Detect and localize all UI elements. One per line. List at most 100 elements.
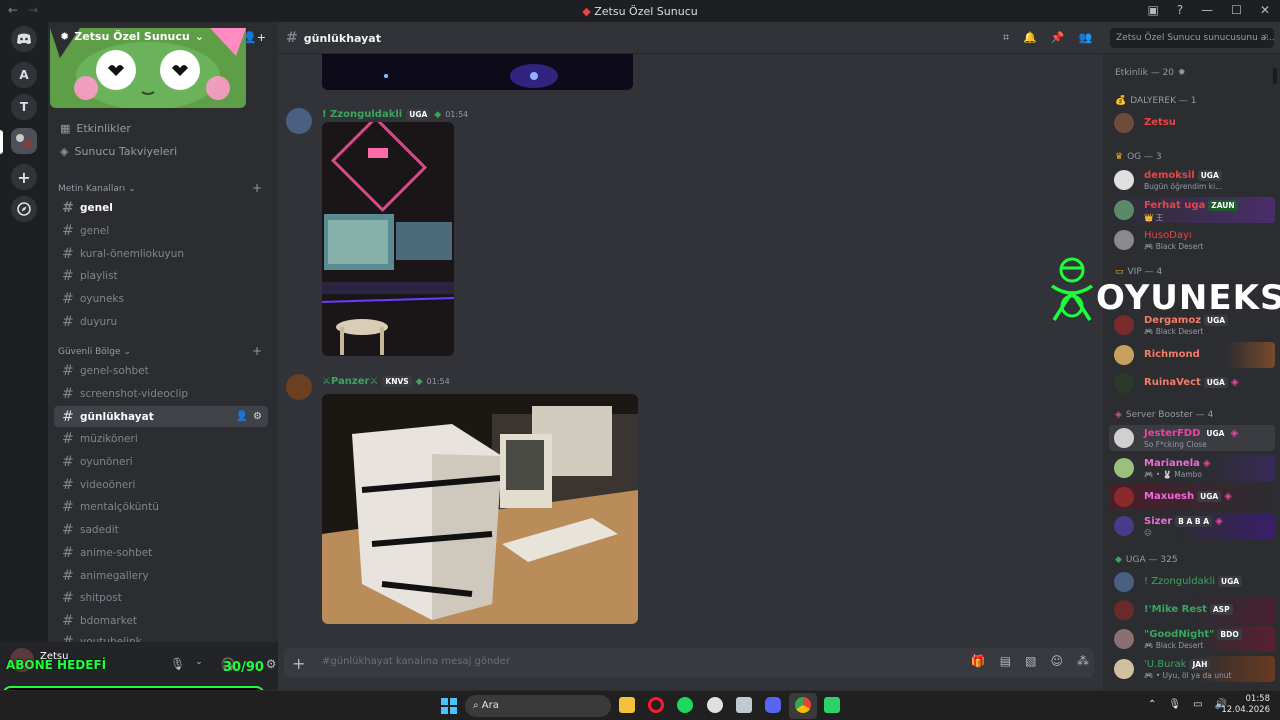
clock[interactable]: 01:58 12.04.2026	[1221, 694, 1270, 716]
apps-icon[interactable]: ⁂	[1077, 654, 1089, 668]
obs-icon[interactable]	[707, 697, 723, 713]
image-attachment[interactable]	[322, 394, 638, 624]
chevron-down-icon: ⌄	[123, 347, 132, 357]
member-item[interactable]: HusoDayı 🎮 Black Desert	[1109, 227, 1275, 253]
add-server-icon[interactable]: +	[11, 164, 37, 190]
discover-icon[interactable]	[11, 196, 37, 222]
channel-item[interactable]: # kural-önemliokuyun	[54, 243, 268, 264]
bell-icon[interactable]: 🔔	[1023, 31, 1037, 45]
emoji-icon[interactable]: ☺	[1050, 654, 1063, 668]
inbox-icon[interactable]: ▣	[1147, 3, 1158, 17]
attach-plus-icon[interactable]: +	[292, 654, 305, 673]
minimize-icon[interactable]: —	[1201, 3, 1213, 17]
spotify-icon[interactable]	[677, 697, 693, 713]
file-explorer-icon[interactable]	[619, 697, 635, 713]
server-name-button[interactable]: ✹ Zetsu Özel Sunucu ⌄	[60, 30, 204, 43]
message-avatar[interactable]	[286, 374, 312, 400]
channel-name: genel	[80, 224, 110, 237]
invite-icon[interactable]: 👤	[236, 411, 248, 422]
invite-people-icon[interactable]: 👤+	[243, 31, 266, 44]
channel-item[interactable]: # genel	[54, 197, 268, 218]
member-item[interactable]: Zetsu	[1109, 110, 1275, 136]
chevron-up-icon[interactable]: ⌃	[1148, 699, 1156, 710]
guild-a-icon[interactable]: A	[11, 62, 37, 88]
channel-item[interactable]: # youtubelink	[54, 631, 268, 643]
channel-item[interactable]: # genel	[54, 220, 268, 241]
member-item[interactable]: Marianela ◈ 🎮 • 🐰 Mambo	[1109, 455, 1275, 481]
chrome-icon[interactable]	[795, 697, 811, 713]
image-attachment[interactable]	[322, 54, 633, 90]
windows-start-icon[interactable]	[441, 698, 457, 714]
member-item[interactable]: Sizer B A B A ◈ 😐	[1109, 513, 1275, 539]
guild-t-icon[interactable]: T	[11, 94, 37, 120]
member-item[interactable]: Maxuesh UGA ◈	[1109, 484, 1275, 510]
opera-icon[interactable]	[648, 697, 664, 713]
scrollbar[interactable]	[1273, 68, 1277, 84]
channel-item[interactable]: # oyuneks	[54, 288, 268, 309]
gif-icon[interactable]: ▤	[1000, 654, 1011, 668]
member-item[interactable]: 'U.Burak JAH 🎮 • Uyu, öl ya da unut	[1109, 656, 1275, 682]
close-icon[interactable]: ✕	[1260, 3, 1270, 17]
category-header[interactable]: Metin Kanalları ⌄	[58, 184, 136, 194]
channel-item[interactable]: # sadedit	[54, 519, 268, 540]
channel-item[interactable]: # oyunöneri	[54, 451, 268, 472]
add-channel-icon[interactable]: +	[252, 181, 262, 195]
member-item[interactable]: JesterFDD UGA ◈ So F*cking Close	[1109, 425, 1275, 451]
category-name: Metin Kanalları	[58, 184, 126, 194]
channel-item[interactable]: # shitpost	[54, 587, 268, 608]
chevron-down-icon[interactable]: ⌄	[195, 657, 203, 671]
channel-name: shitpost	[80, 591, 122, 604]
image-attachment[interactable]	[322, 122, 454, 356]
search-input[interactable]: Zetsu Özel Sunucu sunucusunu a... ⌕	[1110, 28, 1274, 48]
category-header[interactable]: Güvenli Bölge ⌄	[58, 347, 131, 357]
message-author[interactable]: ⚔Panzer⚔	[322, 376, 378, 387]
member-item[interactable]: demoksil UGA Bugün öğrendim ki...	[1109, 167, 1275, 193]
member-list-icon[interactable]: 👥	[1079, 31, 1093, 45]
microphone-icon[interactable]: 🎙	[1168, 699, 1181, 710]
add-channel-icon[interactable]: +	[252, 344, 262, 358]
discord-home-icon[interactable]	[11, 26, 37, 52]
member-item[interactable]: !'Mike Rest ASP	[1109, 597, 1275, 623]
gear-icon[interactable]: ⚙	[253, 411, 262, 422]
message-avatar[interactable]	[286, 108, 312, 134]
channel-item-active[interactable]: # günlükhayat 👤 ⚙	[54, 406, 268, 427]
member-item[interactable]: RuinaVect UGA ◈	[1109, 370, 1275, 396]
message-composer: + #günlükhayat kanalına mesaj gönder 🎁 ▤…	[278, 642, 1103, 690]
member-item[interactable]: Ferhat uga ZAUN 👑 王	[1109, 197, 1275, 223]
network-icon[interactable]: ▭	[1193, 699, 1202, 710]
discord-icon[interactable]	[765, 697, 781, 713]
maximize-icon[interactable]: ☐	[1231, 3, 1242, 17]
message-author[interactable]: ! Zzonguldakli	[322, 109, 402, 120]
taskbar-search[interactable]: ⌕ Ara	[465, 695, 611, 717]
channel-item[interactable]: # animegallery	[54, 565, 268, 586]
member-item[interactable]: "GoodNight" BDO 🎮 Black Desert	[1109, 626, 1275, 652]
member-item[interactable]: ! Zzonguldakli UGA	[1109, 569, 1275, 595]
gear-icon[interactable]: ⚙	[266, 657, 277, 671]
channel-item[interactable]: # mentalçöküntü	[54, 496, 268, 517]
role-badge: ASP	[1209, 604, 1233, 615]
server-boosts-link[interactable]: ◈ Sunucu Takviyeleri	[60, 142, 177, 160]
member-item[interactable]: Richmond	[1109, 342, 1275, 368]
channel-item[interactable]: # müziköneri	[54, 428, 268, 449]
events-link[interactable]: ▦ Etkinlikler	[60, 119, 131, 137]
threads-icon[interactable]: ⌗	[1003, 31, 1009, 45]
pin-icon[interactable]: 📌	[1051, 31, 1065, 45]
crown-icon: ♛	[1115, 152, 1124, 162]
server-avatar-icon[interactable]	[11, 128, 37, 154]
gift-icon[interactable]: 🎁	[971, 654, 986, 668]
channel-item[interactable]: # genel-sohbet	[54, 360, 268, 381]
app-icon[interactable]	[736, 697, 752, 713]
sticker-icon[interactable]: ▧	[1025, 654, 1036, 668]
channel-item[interactable]: # anime-sohbet	[54, 542, 268, 563]
channel-item[interactable]: # duyuru	[54, 311, 268, 332]
help-icon[interactable]: ?	[1177, 3, 1183, 17]
app-green-icon[interactable]	[824, 697, 840, 713]
channel-item[interactable]: # bdomarket	[54, 610, 268, 631]
channel-item[interactable]: # screenshot-videoclip	[54, 383, 268, 404]
member-avatar	[1114, 345, 1134, 365]
role-badge: UGA	[1197, 491, 1222, 502]
gear-icon[interactable]: ✹	[1178, 68, 1186, 78]
microphone-icon[interactable]: 🎙	[170, 657, 185, 671]
channel-item[interactable]: # playlist	[54, 265, 268, 286]
channel-item[interactable]: # videoöneri	[54, 474, 268, 495]
